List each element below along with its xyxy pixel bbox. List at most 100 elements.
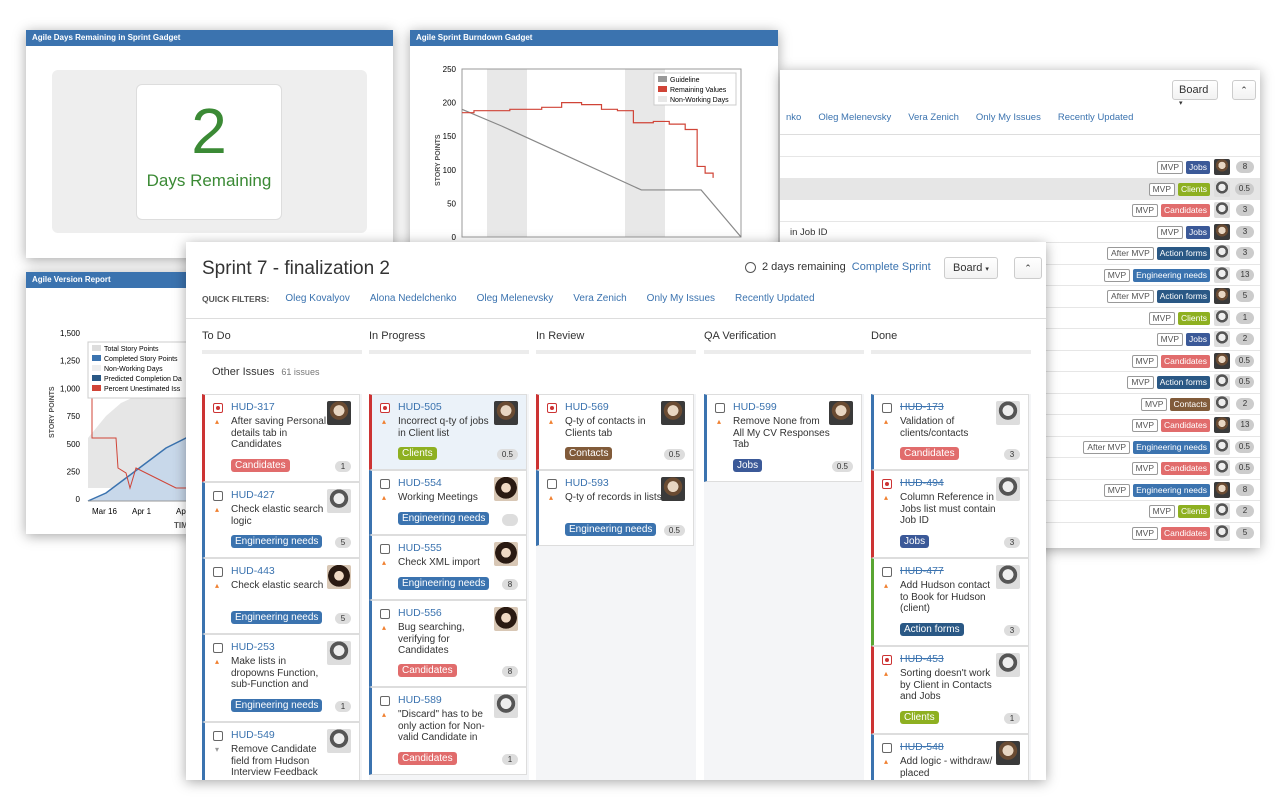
epic-label: Engineering needs bbox=[565, 523, 657, 536]
legend-guideline: Guideline bbox=[670, 77, 700, 84]
issue-card[interactable]: ▴ HUD-317 After saving Personal details ta… bbox=[202, 394, 360, 482]
version-tag: After MVP bbox=[1107, 247, 1154, 260]
issue-key-link[interactable]: HUD-505 bbox=[398, 401, 442, 413]
issue-key-link[interactable]: HUD-477 bbox=[900, 565, 944, 577]
issue-card[interactable]: ▴ HUD-253 Make lists in dropowns Function,… bbox=[202, 634, 360, 722]
sprint-status: 2 days remaining Complete Sprint bbox=[745, 261, 931, 273]
issue-card[interactable]: ▴ HUD-477 Add Hudson contact to Book for H… bbox=[871, 558, 1029, 646]
issue-key-link[interactable]: HUD-554 bbox=[398, 477, 442, 489]
story-icon bbox=[547, 479, 557, 489]
version-tag: After MVP bbox=[1083, 440, 1131, 454]
priority-high-icon: ▴ bbox=[884, 757, 889, 766]
list-item[interactable]: MVP Jobs 8 bbox=[780, 156, 1260, 177]
issue-key-link[interactable]: HUD-494 bbox=[900, 477, 944, 489]
assignee-avatar bbox=[494, 694, 518, 718]
board-dropdown-button[interactable]: Board ▾ bbox=[1172, 80, 1218, 107]
assignee-avatar bbox=[996, 477, 1020, 501]
epic-label: Jobs bbox=[900, 535, 930, 548]
story-points-badge: 0.5 bbox=[1234, 440, 1254, 453]
issue-summary: Make lists in dropowns Function, sub-Fun… bbox=[231, 656, 319, 690]
collapse-icon[interactable]: ⌃ bbox=[1014, 257, 1042, 279]
issue-key-link[interactable]: HUD-427 bbox=[231, 489, 275, 501]
filter-link[interactable]: Only My Issues bbox=[647, 293, 715, 304]
issue-key-link[interactable]: HUD-443 bbox=[231, 565, 275, 577]
issue-key-link[interactable]: HUD-589 bbox=[398, 694, 442, 706]
complete-sprint-link[interactable]: Complete Sprint bbox=[852, 261, 931, 273]
collapse-icon[interactable]: ⌃ bbox=[1232, 80, 1256, 100]
version-tag: MVP bbox=[1156, 333, 1184, 346]
quick-filters: QUICK FILTERS: Oleg Kovalyov Alona Nedel… bbox=[202, 293, 815, 304]
bug-icon bbox=[380, 403, 390, 413]
story-points-badge: 2 bbox=[1236, 397, 1254, 410]
y-tick: 0 bbox=[452, 233, 457, 242]
issue-card[interactable]: ▾ HUD-549 Remove Candidate field from Huds… bbox=[202, 722, 360, 780]
filter-link[interactable]: Oleg Melenevsky bbox=[477, 293, 554, 304]
issue-card[interactable]: ▴ HUD-593 Q-ty of records in lists Engineer… bbox=[536, 470, 694, 546]
issue-card[interactable]: ▴ HUD-427 Check elastic search logic Engine… bbox=[202, 482, 360, 558]
epic-label: Engineering needs bbox=[231, 535, 323, 548]
filter-link[interactable]: Vera Zenich bbox=[908, 112, 959, 123]
list-item-tags: After MVP Action forms bbox=[1107, 290, 1210, 303]
filter-link[interactable]: Oleg Kovalyov bbox=[285, 293, 349, 304]
issue-card[interactable]: ▴ HUD-494 Column Reference in Jobs list mu… bbox=[871, 470, 1029, 558]
filter-link[interactable]: Only My Issues bbox=[976, 112, 1041, 123]
version-tag: MVP bbox=[1148, 182, 1176, 196]
legend-completed: Completed Story Points bbox=[104, 356, 178, 363]
avatar bbox=[1214, 288, 1230, 304]
board-dropdown-button[interactable]: Board ▾ bbox=[944, 257, 998, 279]
issue-key-link[interactable]: HUD-599 bbox=[733, 401, 777, 413]
epic-label: Clients bbox=[398, 447, 437, 460]
story-icon bbox=[882, 567, 892, 577]
assignee-avatar bbox=[327, 641, 351, 665]
issue-card[interactable]: ▴ HUD-505 Incorrect q-ty of jobs in Client… bbox=[369, 394, 527, 470]
filter-link[interactable]: Recently Updated bbox=[1058, 112, 1134, 123]
issue-key-link[interactable]: HUD-317 bbox=[231, 401, 275, 413]
issue-card[interactable]: ▴ HUD-556 Bug searching, verifying for Can… bbox=[369, 600, 527, 687]
issue-key-link[interactable]: HUD-253 bbox=[231, 641, 275, 653]
epic-tag: Clients bbox=[1178, 311, 1210, 325]
version-tag: MVP bbox=[1141, 397, 1168, 411]
version-tag: MVP bbox=[1131, 354, 1158, 368]
list-item[interactable]: in Job ID MVP Jobs 3 bbox=[780, 220, 1260, 242]
filter-link[interactable]: Alona Nedelchenko bbox=[370, 293, 457, 304]
issue-key-link[interactable]: HUD-453 bbox=[900, 653, 944, 665]
issue-key-link[interactable]: HUD-549 bbox=[231, 729, 275, 741]
issue-key-link[interactable]: HUD-556 bbox=[398, 607, 442, 619]
swimlane-header[interactable]: Other Issues 61 issues bbox=[212, 366, 319, 378]
issue-card[interactable]: ▴ HUD-173 Validation of clients/contacts Ca… bbox=[871, 394, 1029, 470]
filter-link[interactable]: Vera Zenich bbox=[573, 293, 626, 304]
issue-card[interactable]: ▴ HUD-548 Add logic - withdraw/ placed bbox=[871, 734, 1029, 780]
priority-high-icon: ▴ bbox=[382, 558, 387, 567]
issue-card[interactable]: ▴ HUD-589 "Discard" has to be only action … bbox=[369, 687, 527, 775]
issue-key-link[interactable]: HUD-593 bbox=[565, 477, 609, 489]
avatar bbox=[1214, 202, 1230, 218]
filter-link[interactable]: nko bbox=[786, 112, 801, 123]
column-divider bbox=[871, 350, 1031, 354]
issue-card[interactable]: ▴ HUD-555 Check XML import Engineering need… bbox=[369, 535, 527, 600]
list-item[interactable]: MVP Clients 0.5 bbox=[780, 177, 1260, 199]
issue-card[interactable]: ▴ HUD-453 Sorting doesn't work by Client i… bbox=[871, 646, 1029, 734]
column-divider bbox=[704, 350, 864, 354]
assignee-avatar bbox=[661, 477, 685, 501]
list-item-tags: MVP Action forms bbox=[1127, 376, 1210, 389]
version-tag: MVP bbox=[1103, 268, 1131, 282]
list-item-tags: After MVP Engineering needs bbox=[1083, 440, 1210, 454]
y-tick: 1,500 bbox=[60, 329, 81, 338]
filter-link[interactable]: Oleg Melenevsky bbox=[818, 112, 891, 123]
issue-key-link[interactable]: HUD-173 bbox=[900, 401, 944, 413]
issue-card[interactable]: ▴ HUD-443 Check elastic search Engineering … bbox=[202, 558, 360, 634]
issue-summary: "Discard" has to be only action for Non-… bbox=[398, 709, 485, 743]
issue-card[interactable]: ▴ HUD-599 Remove None from All My CV Respo… bbox=[704, 394, 862, 482]
version-tag: MVP bbox=[1148, 505, 1176, 518]
issue-card[interactable]: ▴ HUD-569 Q-ty of contacts in Clients tab C… bbox=[536, 394, 694, 470]
issue-card[interactable]: ▴ HUD-554 Working Meetings Engineering need… bbox=[369, 470, 527, 535]
avatar bbox=[1214, 460, 1230, 476]
issue-key-link[interactable]: HUD-569 bbox=[565, 401, 609, 413]
quick-filters: nko Oleg Melenevsky Vera Zenich Only My … bbox=[786, 112, 1133, 123]
issue-key-link[interactable]: HUD-548 bbox=[900, 741, 944, 753]
list-item-tags: After MVP Action forms bbox=[1107, 247, 1210, 260]
list-item[interactable]: MVP Candidates 3 bbox=[780, 199, 1260, 220]
issue-key-link[interactable]: HUD-555 bbox=[398, 542, 442, 554]
story-points-badge: 13 bbox=[1236, 268, 1254, 281]
filter-link[interactable]: Recently Updated bbox=[735, 293, 815, 304]
